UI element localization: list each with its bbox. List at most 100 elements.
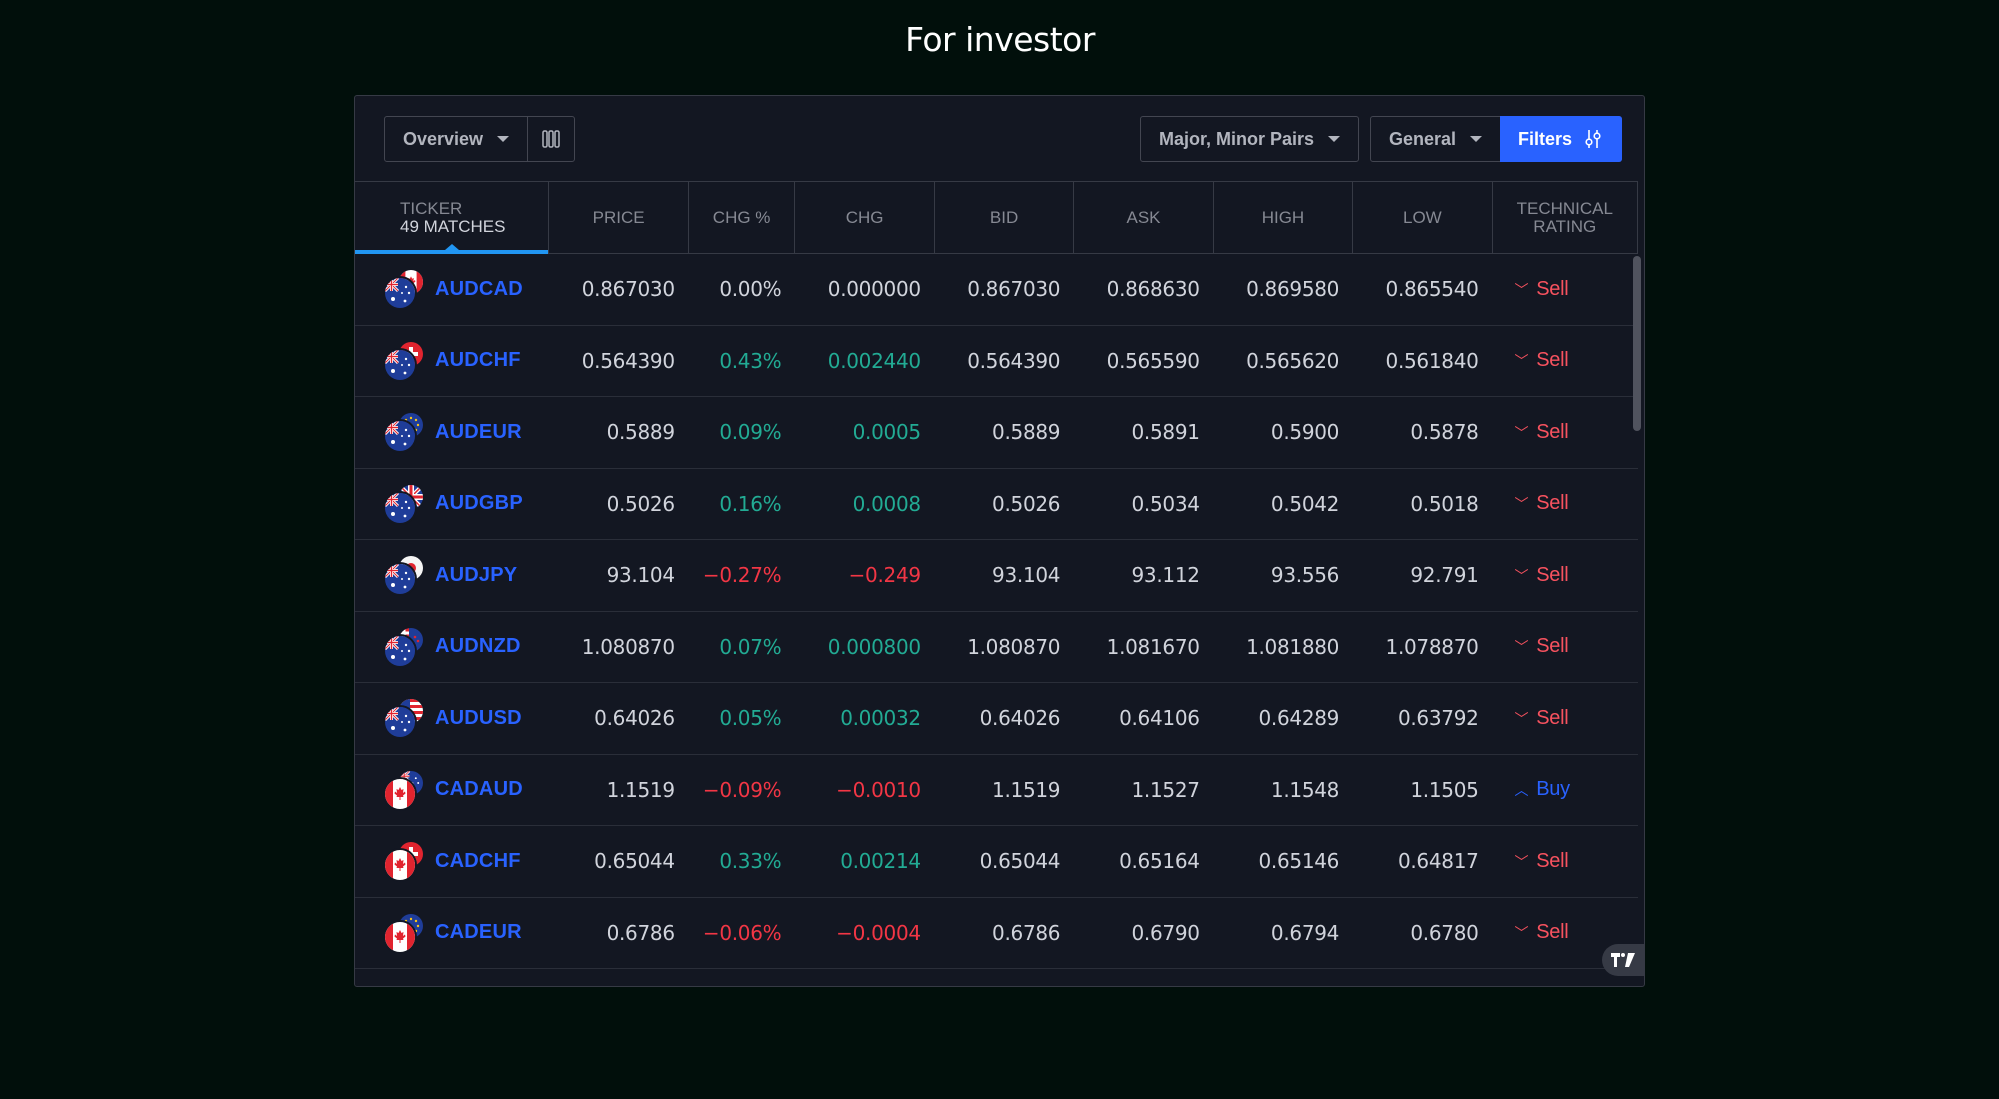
- technical-rating-cell[interactable]: ﹀ Sell: [1493, 850, 1638, 873]
- change-percent-cell: 0.07%: [719, 634, 782, 659]
- price-cell: 93.104: [606, 563, 675, 588]
- cad-flag-icon: [385, 921, 415, 952]
- column-header-technical-rating[interactable]: TECHNICAL RATING: [1493, 182, 1638, 253]
- table-row[interactable]: AUDCAD 0.867030 0.00% 0.000000 0.867030 …: [355, 254, 1638, 326]
- ticker-symbol-link[interactable]: AUDJPY: [435, 564, 517, 587]
- technical-rating-cell[interactable]: ﹀ Sell: [1493, 492, 1638, 515]
- chevron-down-icon: [497, 136, 510, 142]
- high-cell: 1.081880: [1246, 634, 1340, 659]
- table-row[interactable]: CADAUD 1.1519 −0.09% −0.0010 1.1519 1.15…: [355, 755, 1638, 826]
- table-row[interactable]: AUDGBP 0.5026 0.16% 0.0008 0.5026 0.5034…: [355, 469, 1638, 540]
- column-header-high[interactable]: HIGH: [1214, 182, 1354, 253]
- ask-cell: 0.65164: [1119, 849, 1200, 874]
- technical-rating-cell[interactable]: ﹀ Sell: [1493, 564, 1638, 587]
- change-percent-cell: −0.27%: [702, 563, 782, 588]
- currency-pair-flags: [385, 627, 423, 666]
- table-row[interactable]: AUDCHF 0.564390 0.43% 0.002440 0.564390 …: [355, 326, 1638, 397]
- column-header-price[interactable]: PRICE: [549, 182, 689, 253]
- high-cell: 93.556: [1270, 563, 1340, 588]
- technical-rating-cell[interactable]: ︿ Buy: [1493, 778, 1638, 801]
- low-cell: 0.64817: [1397, 849, 1479, 874]
- bid-cell: 0.5026: [992, 491, 1061, 516]
- ticker-cell: CADAUD: [355, 770, 549, 809]
- column-header-ask[interactable]: ASK: [1074, 182, 1214, 253]
- ticker-symbol-link[interactable]: AUDCAD: [435, 278, 523, 301]
- category-dropdown[interactable]: General: [1371, 117, 1500, 161]
- price-cell: 0.65044: [594, 849, 675, 874]
- table-row[interactable]: AUDEUR 0.5889 0.09% 0.0005 0.5889 0.5891…: [355, 397, 1638, 469]
- ask-cell: 1.081670: [1106, 634, 1200, 659]
- low-cell: 0.561840: [1385, 348, 1479, 373]
- column-header-bid[interactable]: BID: [935, 182, 1075, 253]
- rating-label: Buy: [1536, 778, 1570, 801]
- filters-button[interactable]: Filters: [1500, 116, 1623, 162]
- technical-rating-cell[interactable]: ﹀ Sell: [1493, 707, 1638, 730]
- ticker-cell: AUDCHF: [355, 341, 549, 380]
- aud-flag-icon: [385, 635, 415, 666]
- price-cell: 0.6786: [606, 920, 675, 945]
- bid-cell: 0.64026: [979, 706, 1061, 731]
- technical-rating-cell[interactable]: ﹀ Sell: [1493, 635, 1638, 658]
- rating-label: Sell: [1536, 492, 1569, 515]
- ticker-symbol-link[interactable]: AUDUSD: [435, 707, 522, 730]
- technical-rating-cell[interactable]: ﹀ Sell: [1493, 278, 1638, 301]
- ticker-symbol-link[interactable]: AUDCHF: [435, 349, 521, 372]
- high-cell: 0.565620: [1246, 348, 1340, 373]
- ask-cell: 0.565590: [1106, 348, 1200, 373]
- chevron-down-icon: ﹀: [1514, 639, 1529, 656]
- ticker-symbol-link[interactable]: AUDEUR: [435, 421, 522, 444]
- bid-cell: 0.564390: [967, 348, 1061, 373]
- table-row[interactable]: AUDUSD 0.64026 0.05% 0.00032 0.64026 0.6…: [355, 683, 1638, 755]
- column-header-low[interactable]: LOW: [1353, 182, 1493, 253]
- ticker-cell: CADCHF: [355, 842, 549, 881]
- rating-label: Sell: [1536, 921, 1569, 944]
- table-row[interactable]: CADEUR 0.6786 −0.06% −0.0004 0.6786 0.67…: [355, 898, 1638, 969]
- low-cell: 0.5878: [1410, 420, 1479, 445]
- column-header-chg[interactable]: CHG: [795, 182, 935, 253]
- table-row[interactable]: AUDNZD 1.080870 0.07% 0.000800 1.080870 …: [355, 612, 1638, 683]
- change-cell: 0.0008: [852, 491, 921, 516]
- table-row[interactable]: AUDJPY 93.104 −0.27% −0.249 93.104 93.11…: [355, 540, 1638, 612]
- price-cell: 0.5889: [606, 420, 675, 445]
- ticker-symbol-link[interactable]: CADCHF: [435, 850, 521, 873]
- tradingview-logo-icon: [1611, 953, 1635, 967]
- low-cell: 0.6780: [1410, 920, 1479, 945]
- change-cell: 0.000800: [827, 634, 921, 659]
- price-cell: 1.080870: [581, 634, 675, 659]
- change-percent-cell: 0.05%: [719, 706, 782, 731]
- high-cell: 0.6794: [1270, 920, 1340, 945]
- column-header-ticker[interactable]: TICKER 49 MATCHES: [355, 182, 550, 254]
- market-group: Major, Minor Pairs: [1140, 116, 1360, 162]
- vertical-scrollbar[interactable]: [1633, 256, 1641, 431]
- cad-flag-icon: [385, 778, 415, 809]
- ticker-symbol-link[interactable]: CADAUD: [435, 778, 523, 801]
- ticker-symbol-link[interactable]: AUDGBP: [435, 492, 523, 515]
- change-cell: 0.000000: [827, 277, 921, 302]
- price-cell: 0.5026: [606, 491, 675, 516]
- ask-cell: 0.6790: [1131, 920, 1200, 945]
- high-cell: 0.869580: [1246, 277, 1340, 302]
- aud-flag-icon: [385, 492, 415, 523]
- table-row[interactable]: CADCHF 0.65044 0.33% 0.00214 0.65044 0.6…: [355, 826, 1638, 898]
- change-percent-cell: −0.06%: [702, 920, 782, 945]
- category-dropdown-label: General: [1389, 128, 1457, 149]
- tradingview-logo[interactable]: [1602, 944, 1644, 976]
- technical-rating-cell[interactable]: ﹀ Sell: [1493, 421, 1638, 444]
- change-percent-cell: −0.09%: [702, 777, 782, 802]
- technical-rating-cell[interactable]: ﹀ Sell: [1493, 349, 1638, 372]
- ticker-symbol-link[interactable]: AUDNZD: [435, 635, 521, 658]
- market-dropdown[interactable]: Major, Minor Pairs: [1141, 117, 1358, 161]
- aud-flag-icon: [385, 421, 415, 452]
- aud-flag-icon: [385, 278, 415, 309]
- technical-rating-cell[interactable]: ﹀ Sell: [1493, 921, 1638, 944]
- ticker-symbol-link[interactable]: CADEUR: [435, 921, 522, 944]
- change-cell: −0.0004: [836, 920, 921, 945]
- change-cell: 0.00214: [840, 849, 921, 874]
- price-cell: 0.867030: [581, 277, 675, 302]
- column-settings-button[interactable]: [527, 117, 574, 161]
- column-header-chg-pct[interactable]: CHG %: [689, 182, 796, 253]
- view-dropdown[interactable]: Overview: [385, 117, 527, 161]
- currency-pair-flags: [385, 341, 423, 380]
- high-cell: 0.5042: [1270, 491, 1340, 516]
- chevron-up-icon: ︿: [1514, 782, 1529, 799]
